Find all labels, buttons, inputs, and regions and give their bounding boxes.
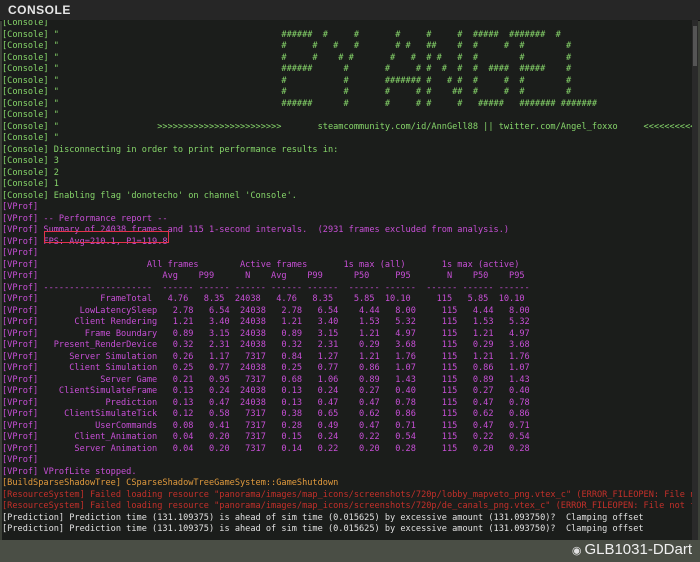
console-line: [Console] Enabling flag 'donotecho' on c… xyxy=(2,190,297,201)
console-line: [VProf] Client_Animation 0.04 0.20 7317 … xyxy=(2,432,530,442)
console-line: [Console] 3 xyxy=(2,156,59,166)
console-line: [VProf] Server Animation 0.04 0.20 7317 … xyxy=(2,443,530,454)
console-line: [Console] 2 xyxy=(2,167,59,178)
scrollbar-thumb[interactable] xyxy=(693,26,697,66)
weibo-icon: ◉ xyxy=(571,545,582,557)
console-line: [Console] " >>>>>>>>>>>>>>>>>>>>>>>> ste… xyxy=(2,121,696,132)
console-line: [VProf] All frames Active frames 1s max … xyxy=(2,259,520,270)
console-line: [VProf] Present_RenderDevice 0.32 2.31 2… xyxy=(2,340,530,350)
console-line: [VProf] FrameTotal 4.76 8.35 24038 4.76 … xyxy=(2,294,525,304)
console-line: [VProf] VProfLite stopped. xyxy=(2,466,137,477)
watermark: ◉ GLB1031-DDart xyxy=(572,540,692,561)
console-line: [VProf] ClientSimulateTick 0.12 0.58 731… xyxy=(2,409,530,419)
console-title: CONSOLE xyxy=(8,3,71,17)
console-line: [ResourceSystem] Failed loading resource… xyxy=(2,501,698,511)
console-line: [Console] " ###### # # # # # # # #### ##… xyxy=(2,64,572,74)
console-line: [Console] " xyxy=(2,133,59,143)
console-line: [VProf] Client Rendering 1.21 3.40 24038… xyxy=(2,317,530,327)
watermark-text: GLB1031-DDart xyxy=(584,541,692,558)
console-line: [VProf] xyxy=(2,248,39,258)
console-line: [VProf] UserCommands 0.08 0.41 7317 0.28… xyxy=(2,420,530,431)
console-line: [VProf] Frame Boundary 0.89 3.15 24038 0… xyxy=(2,328,530,339)
console-line: [Prediction] Prediction time (131.109375… xyxy=(2,512,644,523)
console-line: [Console] " xyxy=(2,110,59,120)
console-line: [Console] 1 xyxy=(2,179,59,189)
console-line: [Console] " # # # # # ## # # # # xyxy=(2,87,572,97)
console-line: [VProf] --------------------- ------ ---… xyxy=(2,282,530,293)
console-scrollbar[interactable] xyxy=(692,20,698,540)
console-line: [VProf] -- Performance report -- xyxy=(2,213,168,224)
fps-highlight-box xyxy=(44,231,169,243)
console-title-bar[interactable]: CONSOLE xyxy=(0,0,700,21)
console-line: [VProf] ClientSimulateFrame 0.13 0.24 24… xyxy=(2,386,530,396)
console-line: [Console] " # # # # # # ## # # # # # xyxy=(2,41,572,51)
console-line: [VProf] LowLatencySleep 2.78 6.54 24038 … xyxy=(2,305,530,316)
console-line: [VProf] Server Game 0.21 0.95 7317 0.68 … xyxy=(2,374,530,385)
console-line: [BuildSparseShadowTree] CSparseShadowTre… xyxy=(2,478,339,488)
console-line: [Console] Disconnecting in order to prin… xyxy=(2,144,339,155)
console-line: [VProf] Avg P99 N Avg P99 P50 P95 N P50 … xyxy=(2,271,525,281)
console-line: [VProf] Client Simulation 0.25 0.77 2403… xyxy=(2,363,530,373)
console-line: [VProf] Prediction 0.13 0.47 24038 0.13 … xyxy=(2,397,530,408)
console-line: [VProf] xyxy=(2,202,39,212)
console-line: [VProf] Server Simulation 0.26 1.17 7317… xyxy=(2,351,530,362)
console-line: [ResourceSystem] Failed loading resource… xyxy=(2,489,698,500)
console-line: [Prediction] Prediction time (131.109375… xyxy=(2,524,644,534)
console-line: [Console] xyxy=(2,20,49,28)
console-output[interactable]: [Console] [Console] " ###### # # # # # ##… xyxy=(2,20,698,540)
console-line: [Console] " ###### # # # # # ##### #####… xyxy=(2,98,597,109)
console-line: [Console] " # # ####### # # # # # # # xyxy=(2,75,572,86)
console-line: [VProf] xyxy=(2,455,39,465)
console-line: [Console] " ###### # # # # # ##### #####… xyxy=(2,29,561,40)
console-line: [Console] " # # # # # # # # # # # # xyxy=(2,52,572,63)
